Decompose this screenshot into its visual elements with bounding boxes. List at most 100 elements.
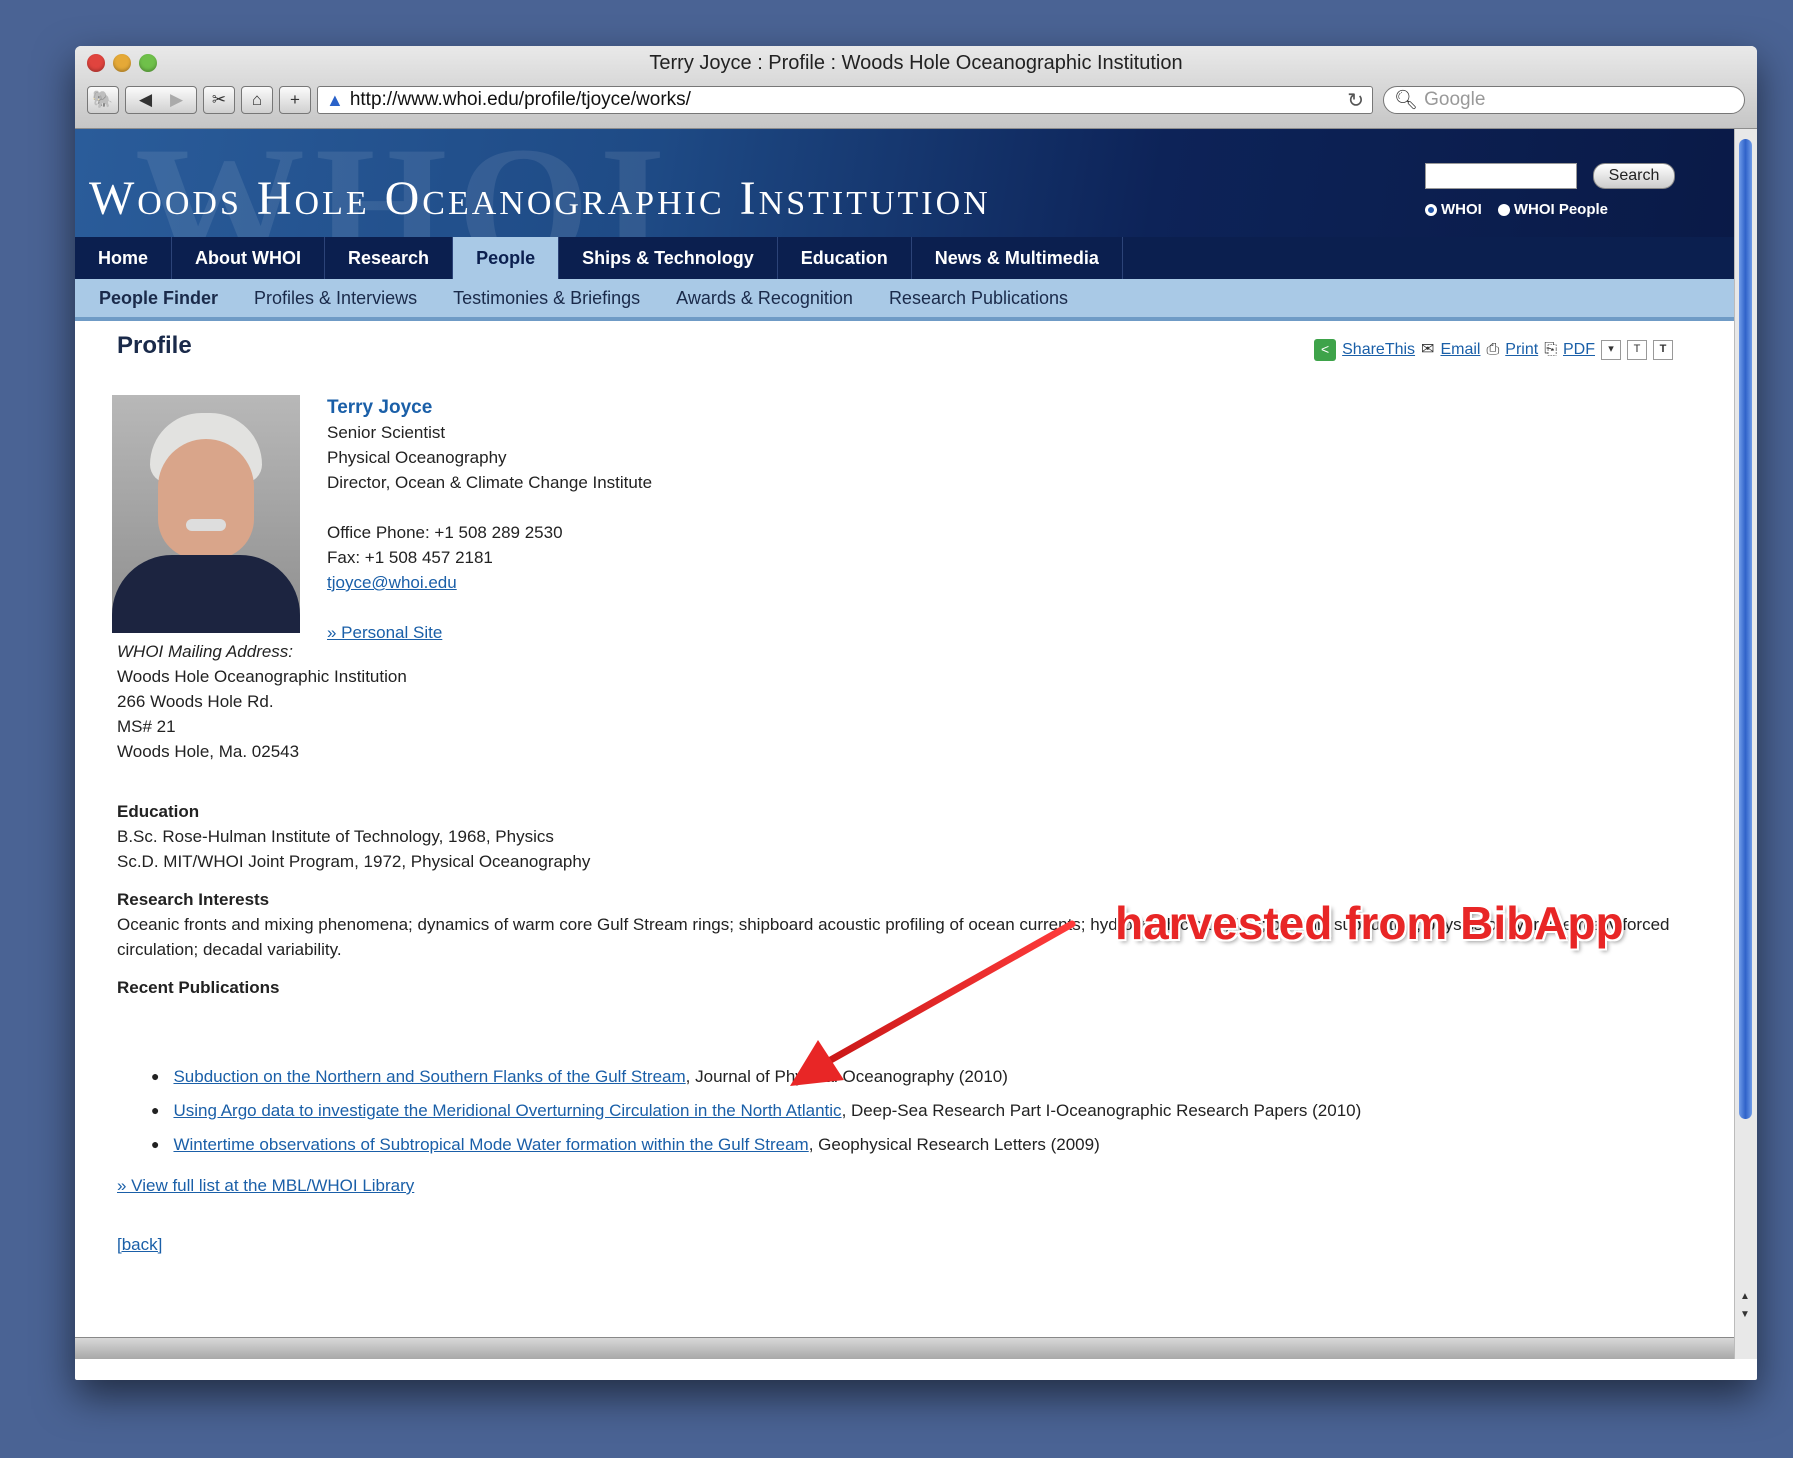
education-line: Sc.D. MIT/WHOI Joint Program, 1972, Phys… — [117, 852, 591, 871]
publication-link[interactable]: Subduction on the Northern and Southern … — [173, 1064, 685, 1089]
photo-body — [112, 555, 300, 633]
scroll-down-arrow-icon[interactable]: ▼ — [1740, 1309, 1750, 1320]
text-size-large-button[interactable]: T — [1653, 339, 1673, 360]
contact-info: Terry Joyce Senior Scientist Physical Oc… — [327, 395, 652, 645]
url-text[interactable]: http://www.whoi.edu/profile/tjoyce/works… — [350, 89, 1347, 111]
web-page: WHOI Woods Hole Oceanographic Institutio… — [75, 129, 1735, 1359]
view-full-wrap: » View full list at the MBL/WHOI Library — [117, 1173, 414, 1198]
address-bar[interactable]: ▲ http://www.whoi.edu/profile/tjoyce/wor… — [317, 86, 1373, 114]
vertical-scrollbar[interactable]: ▲ ▼ — [1734, 129, 1757, 1359]
scroll-up-arrow-icon[interactable]: ▲ — [1740, 1291, 1750, 1302]
annotation-label: harvested from BibApp — [1115, 897, 1624, 949]
nav-home[interactable]: Home — [75, 237, 173, 279]
publication-source: , Geophysical Research Letters (2009) — [808, 1134, 1100, 1154]
education-section: Education B.Sc. Rose-Hulman Institute of… — [117, 799, 590, 874]
browser-chrome: Terry Joyce : Profile : Woods Hole Ocean… — [75, 46, 1757, 129]
forward-arrow-icon[interactable]: ▶ — [170, 90, 183, 110]
mailing-line: 266 Woods Hole Rd. — [117, 692, 274, 711]
photo-moustache — [186, 519, 226, 531]
back-link[interactable]: [back] — [117, 1232, 162, 1257]
mailing-address: WHOI Mailing Address: Woods Hole Oceanog… — [117, 639, 407, 764]
site-brand[interactable]: Woods Hole Oceanographic Institution — [89, 171, 991, 226]
publication-link[interactable]: Wintertime observations of Subtropical M… — [173, 1132, 808, 1157]
arrow-head — [790, 1040, 844, 1086]
email-icon[interactable]: ✉ — [1421, 337, 1434, 362]
main-nav: Home About WHOI Research People Ships & … — [75, 237, 1735, 279]
subnav-people-finder[interactable]: People Finder — [75, 288, 236, 309]
search-scope-radios: WHOI WHOI People — [1425, 201, 1608, 218]
text-size-small-button[interactable]: ▾ — [1601, 339, 1621, 360]
add-bookmark-button[interactable]: + — [279, 86, 311, 114]
text-size-medium-button[interactable]: T — [1627, 339, 1647, 360]
nav-research[interactable]: Research — [325, 237, 454, 279]
subnav-testimonies[interactable]: Testimonies & Briefings — [435, 288, 658, 309]
search-placeholder: Google — [1424, 89, 1486, 110]
subnav-profiles[interactable]: Profiles & Interviews — [236, 288, 435, 309]
nav-education[interactable]: Education — [778, 237, 912, 279]
browser-toolbar: 🐘 ◀ ▶ ✂ ⌂ + ▲ http://www.whoi.edu/profil… — [87, 82, 1745, 118]
office-phone: Office Phone: +1 508 289 2530 — [327, 523, 563, 542]
bullet-icon: ● — [151, 1067, 160, 1084]
home-button[interactable]: ⌂ — [241, 86, 273, 114]
nav-people[interactable]: People — [453, 237, 560, 279]
radio-whoi[interactable] — [1425, 203, 1437, 216]
site-search-button[interactable]: Search — [1593, 163, 1675, 189]
photo-face — [158, 439, 254, 559]
mailing-line: MS# 21 — [117, 717, 176, 736]
evernote-button[interactable]: 🐘 — [87, 86, 119, 114]
radio-whoi-label: WHOI — [1441, 201, 1482, 218]
publications-heading-wrap: Recent Publications — [117, 975, 279, 1000]
home-icon: ⌂ — [251, 90, 263, 109]
page-title: Profile — [117, 332, 192, 359]
print-link[interactable]: Print — [1505, 337, 1538, 362]
subnav-publications[interactable]: Research Publications — [871, 288, 1086, 309]
person-department: Physical Oceanography — [327, 448, 507, 467]
search-icon: 🔍︎ — [1394, 90, 1419, 111]
subnav-awards[interactable]: Awards & Recognition — [658, 288, 871, 309]
reload-icon[interactable]: ↻ — [1347, 88, 1364, 113]
annotation-arrow — [790, 920, 1076, 1086]
pdf-link[interactable]: PDF — [1563, 337, 1595, 362]
person-name[interactable]: Terry Joyce — [327, 395, 652, 420]
snippet-button[interactable]: ✂ — [203, 86, 235, 114]
nav-about[interactable]: About WHOI — [172, 237, 325, 279]
view-full-list-link[interactable]: » View full list at the MBL/WHOI Library — [117, 1173, 414, 1198]
pdf-icon[interactable]: ⎘ — [1544, 337, 1557, 362]
publications-heading: Recent Publications — [117, 978, 280, 997]
site-header: WHOI Woods Hole Oceanographic Institutio… — [75, 129, 1735, 237]
person-role: Director, Ocean & Climate Change Institu… — [327, 473, 653, 492]
browser-window: Terry Joyce : Profile : Woods Hole Ocean… — [75, 46, 1757, 1380]
email-link[interactable]: Email — [1440, 337, 1480, 362]
window-title: Terry Joyce : Profile : Woods Hole Ocean… — [649, 52, 1183, 74]
back-forward-buttons: ◀ ▶ — [125, 86, 197, 114]
site-search-input[interactable] — [1425, 163, 1577, 189]
evernote-icon: 🐘 — [92, 90, 114, 109]
plus-icon: + — [290, 90, 300, 109]
bullet-icon: ● — [151, 1135, 160, 1152]
mailing-label: WHOI Mailing Address: — [117, 642, 294, 661]
browser-search-field[interactable]: 🔍︎ Google — [1383, 86, 1745, 114]
bullet-icon: ● — [151, 1101, 160, 1118]
scrollbar-thumb[interactable] — [1739, 139, 1752, 1119]
fax-number: Fax: +1 508 457 2181 — [327, 548, 493, 567]
mailing-line: Woods Hole Oceanographic Institution — [117, 667, 407, 686]
education-line: B.Sc. Rose-Hulman Institute of Technolog… — [117, 827, 554, 846]
back-wrap: [back] — [117, 1232, 162, 1257]
share-link[interactable]: ShareThis — [1342, 337, 1415, 362]
nav-news-multimedia[interactable]: News & Multimedia — [912, 237, 1123, 279]
person-title: Senior Scientist — [327, 423, 446, 442]
profile-photo — [112, 395, 300, 633]
status-bar — [75, 1337, 1735, 1359]
email-address-link[interactable]: tjoyce@whoi.edu — [327, 570, 652, 595]
nav-ships-technology[interactable]: Ships & Technology — [559, 237, 778, 279]
page-tools: < ShareThis ✉ Email ⎙ Print ⎘ PDF ▾ T T — [1314, 337, 1673, 362]
publication-link[interactable]: Using Argo data to investigate the Merid… — [173, 1098, 841, 1123]
printer-icon[interactable]: ⎙ — [1486, 337, 1499, 362]
radio-whoi-people[interactable] — [1497, 203, 1510, 216]
back-arrow-icon[interactable]: ◀ — [139, 90, 152, 110]
scissors-icon: ✂ — [211, 90, 227, 109]
publication-source: , Deep-Sea Research Part I-Oceanographic… — [841, 1100, 1362, 1120]
share-icon[interactable]: < — [1314, 338, 1337, 361]
site-favicon-icon: ▲ — [326, 89, 344, 110]
radio-whoi-people-label: WHOI People — [1513, 201, 1609, 218]
